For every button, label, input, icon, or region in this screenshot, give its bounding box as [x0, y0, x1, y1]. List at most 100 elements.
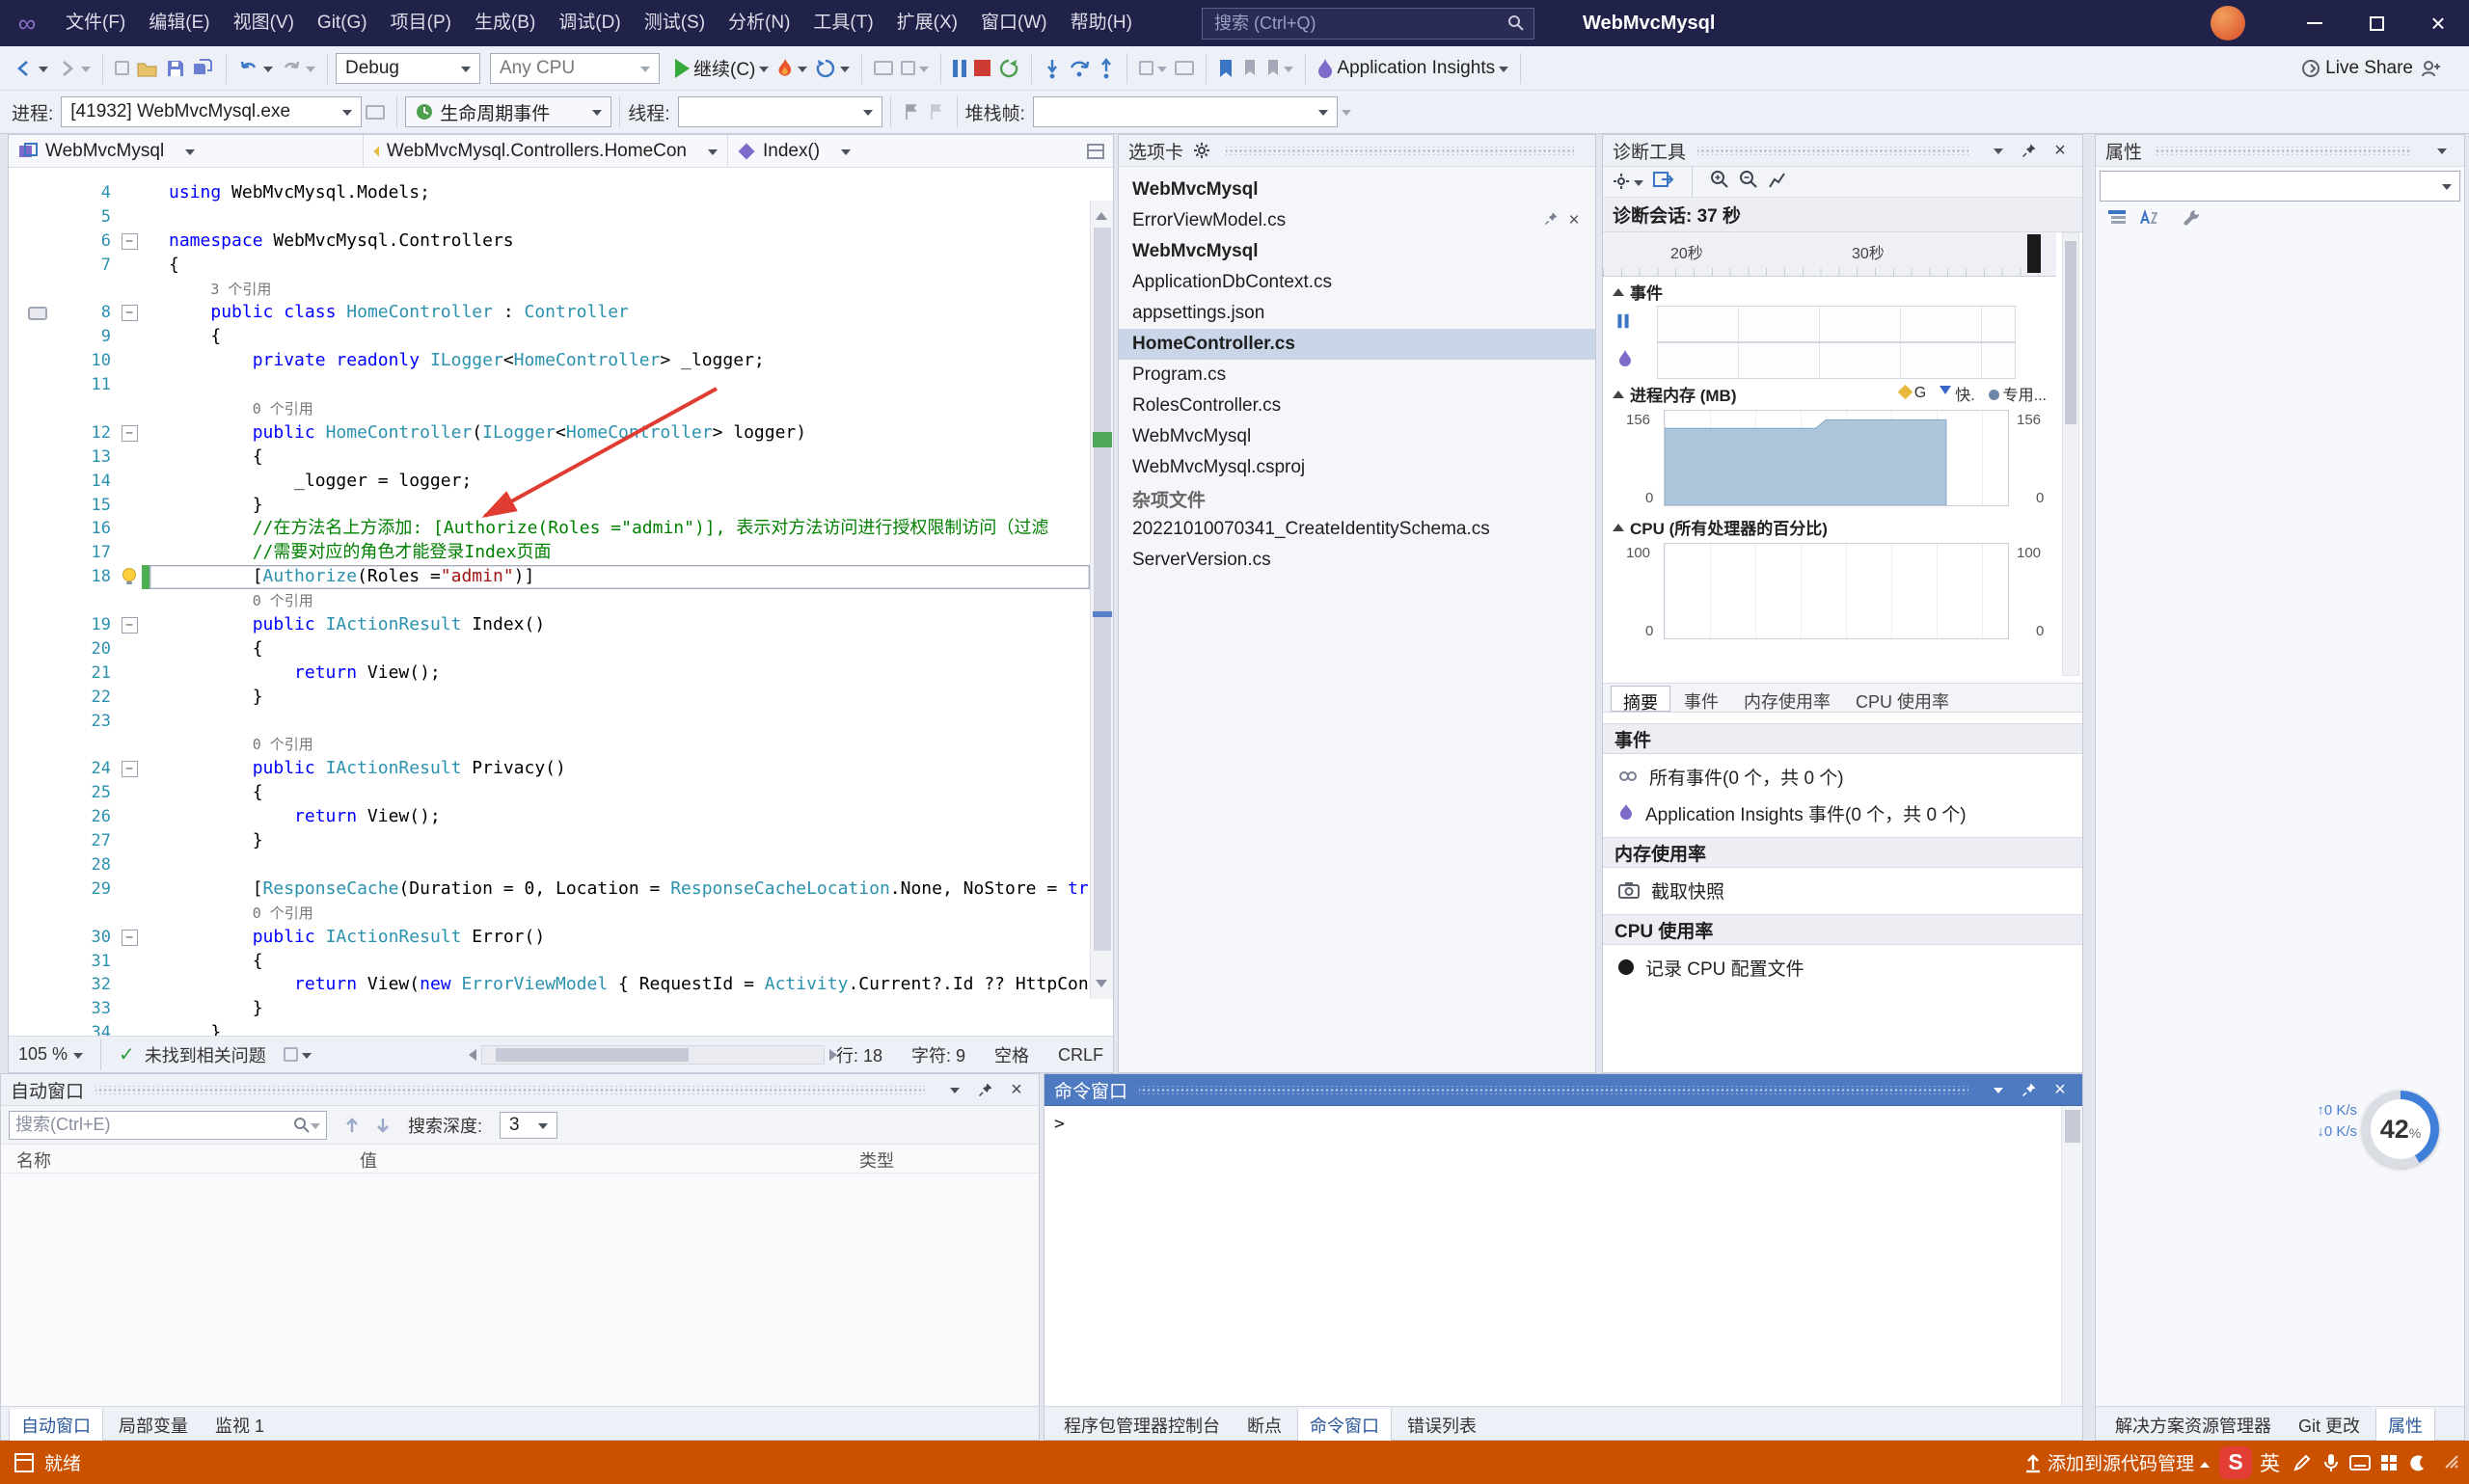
depth-combo[interactable]: 3: [500, 1112, 557, 1139]
watch-search-box[interactable]: [9, 1111, 327, 1140]
all-events-row[interactable]: 所有事件(0 个，共 0 个): [1603, 760, 2082, 793]
properties-header[interactable]: 属性: [2096, 135, 2464, 167]
event-track-row[interactable]: [1657, 306, 2016, 342]
memory-chart[interactable]: [1664, 410, 2009, 506]
tabs-panel-header[interactable]: 选项卡: [1119, 135, 1595, 167]
collapse-region-icon[interactable]: −: [122, 761, 138, 777]
glyph-margin[interactable]: [9, 805, 67, 829]
glyph-margin[interactable]: [9, 517, 67, 541]
glyph-margin[interactable]: [9, 470, 67, 494]
collapse-region-icon[interactable]: −: [122, 425, 138, 442]
redo-button[interactable]: [277, 50, 319, 87]
collapse-region-icon[interactable]: −: [122, 617, 138, 634]
glyph-margin[interactable]: [9, 541, 67, 565]
menu-item[interactable]: 窗口(W): [969, 0, 1059, 46]
stackframe-combo[interactable]: [1033, 96, 1338, 127]
live-share-button[interactable]: Live Share: [2296, 50, 2417, 87]
fold-margin[interactable]: [117, 494, 142, 518]
editor-vertical-scrollbar[interactable]: [1090, 201, 1113, 999]
glyph-margin[interactable]: [9, 757, 67, 781]
fold-margin[interactable]: [117, 517, 142, 541]
autos-tab-1[interactable]: 自动窗口: [9, 1409, 103, 1443]
navigate-back-button[interactable]: [10, 50, 52, 87]
toolbar-overflow-icon[interactable]: [1338, 94, 1355, 130]
ai-events-row[interactable]: Application Insights 事件(0 个，共 0 个): [1603, 796, 2082, 829]
close-icon[interactable]: ×: [1004, 1077, 1029, 1102]
scrollbar-thumb[interactable]: [1094, 228, 1111, 951]
command-scrollbar[interactable]: [2061, 1106, 2082, 1406]
glyph-margin[interactable]: [9, 278, 67, 302]
window-position-icon[interactable]: [1986, 138, 2011, 163]
diag-tab-2[interactable]: 事件: [1672, 686, 1730, 712]
code-window-icon[interactable]: [870, 50, 897, 87]
chevron-up-icon[interactable]: [2200, 1457, 2210, 1468]
process-combo[interactable]: [41932] WebMvcMysql.exe: [61, 96, 362, 127]
stop-debugging-button[interactable]: [970, 50, 994, 87]
diag-tab-3[interactable]: 内存使用率: [1732, 686, 1842, 712]
maximize-button[interactable]: [2346, 0, 2407, 46]
pin-icon[interactable]: [2017, 1077, 2042, 1102]
glyph-margin[interactable]: [9, 421, 67, 445]
menu-item[interactable]: 工具(T): [801, 0, 884, 46]
document-tab[interactable]: RolesController.cs: [1119, 391, 1595, 421]
ime-mode-indicator[interactable]: 英: [2260, 1448, 2280, 1477]
split-window-icon[interactable]: [1086, 135, 1113, 167]
resize-grip-icon[interactable]: [2440, 1450, 2459, 1475]
fold-margin[interactable]: [117, 710, 142, 734]
menu-item[interactable]: 调试(D): [547, 0, 632, 46]
glyph-margin[interactable]: [9, 902, 67, 926]
fold-margin[interactable]: [117, 997, 142, 1021]
cmd-tab-2[interactable]: 断点: [1235, 1409, 1293, 1442]
glyph-margin[interactable]: [9, 877, 67, 902]
pin-icon[interactable]: [1539, 210, 1562, 231]
process-snapshot-icon[interactable]: [362, 94, 389, 130]
glyph-margin[interactable]: [9, 926, 67, 950]
document-tab[interactable]: HomeController.cs: [1119, 329, 1595, 360]
char-indicator[interactable]: 字符: 9: [911, 1042, 965, 1067]
glyph-margin[interactable]: [9, 181, 67, 205]
fold-margin[interactable]: [117, 973, 142, 997]
glyph-margin[interactable]: [9, 973, 67, 997]
command-input-area[interactable]: >: [1045, 1106, 2061, 1406]
grid-icon[interactable]: [2374, 1446, 2403, 1479]
code-cleanup-icon[interactable]: [284, 1046, 312, 1064]
glyph-margin[interactable]: [9, 613, 67, 637]
eol-indicator[interactable]: CRLF: [1058, 1045, 1103, 1066]
props-tab-2[interactable]: Git 更改: [2287, 1409, 2372, 1442]
alphabetical-icon[interactable]: [2138, 209, 2157, 232]
event-track-row[interactable]: [1657, 342, 2016, 379]
fold-margin[interactable]: [117, 733, 142, 757]
document-tab[interactable]: ApplicationDbContext.cs: [1119, 267, 1595, 298]
app-insights-button[interactable]: Application Insights: [1314, 50, 1512, 87]
minimize-button[interactable]: [2284, 0, 2346, 46]
cpu-gauge-widget[interactable]: 42 %: [2362, 1091, 2439, 1168]
window-position-icon[interactable]: [942, 1077, 967, 1102]
fold-margin[interactable]: [117, 637, 142, 661]
glyph-margin[interactable]: [9, 397, 67, 421]
search-icon[interactable]: [1507, 14, 1525, 32]
sogou-ime-icon[interactable]: S: [2219, 1446, 2252, 1479]
source-control-icon[interactable]: [2019, 1446, 2048, 1479]
continue-button[interactable]: 继续(C): [671, 50, 773, 87]
search-icon[interactable]: [293, 1117, 311, 1134]
take-snapshot-row[interactable]: 截取快照: [1603, 874, 2082, 906]
unflag-thread-icon[interactable]: [924, 94, 949, 130]
hot-reload-button[interactable]: [773, 50, 811, 87]
save-icon[interactable]: [162, 50, 189, 87]
feedback-icon[interactable]: [2417, 50, 2446, 87]
window-position-icon[interactable]: [1986, 1077, 2011, 1102]
pin-icon[interactable]: [2017, 138, 2042, 163]
command-header[interactable]: 命令窗口 ×: [1045, 1074, 2082, 1106]
glyph-margin[interactable]: [9, 950, 67, 974]
fold-margin[interactable]: [117, 902, 142, 926]
collapse-region-icon[interactable]: −: [122, 233, 138, 250]
bookmark-icon[interactable]: [1214, 50, 1237, 87]
glyph-margin[interactable]: [9, 254, 67, 278]
glyph-margin[interactable]: [9, 494, 67, 518]
glyph-margin[interactable]: [9, 781, 67, 805]
glyph-margin[interactable]: [9, 661, 67, 686]
menu-item[interactable]: Git(G): [306, 0, 379, 46]
glyph-margin[interactable]: [9, 1021, 67, 1036]
menu-item[interactable]: 编辑(E): [137, 0, 221, 46]
line-indicator[interactable]: 行: 18: [836, 1042, 882, 1067]
